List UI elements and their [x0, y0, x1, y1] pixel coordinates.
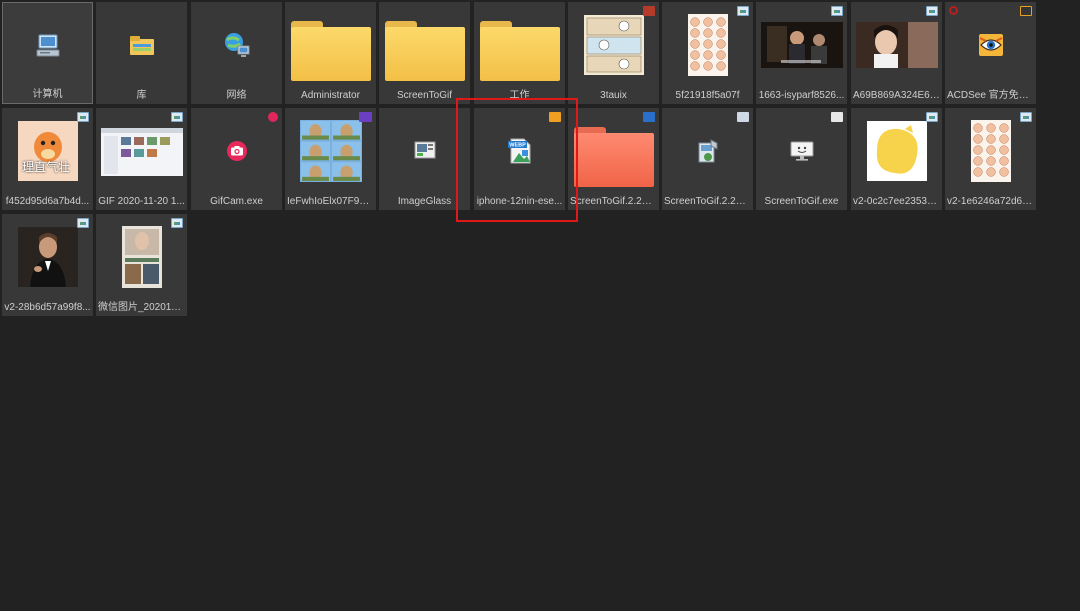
webp-file-icon: WEBP	[474, 114, 565, 188]
item-label: GIF 2020-11-20 1...	[98, 196, 185, 207]
item-label: v2-28b6d57a99f8...	[4, 302, 91, 313]
grid-item[interactable]: 微信图片_2020110...	[96, 214, 187, 316]
library-icon	[96, 8, 187, 82]
img-badge-icon	[171, 112, 183, 122]
grid-item[interactable]: ScreenToGif	[379, 2, 470, 104]
grid-item[interactable]: 工作	[474, 2, 565, 104]
svg-text:WEBP: WEBP	[509, 143, 526, 149]
item-label: v2-1e6246a72d62...	[947, 196, 1036, 207]
item-label: Administrator	[301, 90, 360, 101]
shortcut-badge-icon	[949, 6, 958, 15]
item-label: 计算机	[32, 89, 63, 100]
grid-item[interactable]: ScreenToGif.2.27....	[662, 108, 753, 210]
item-label: 3tauix	[600, 90, 627, 101]
screenshot-thumbnail	[96, 114, 187, 188]
magazine-thumbnail	[96, 220, 187, 294]
installer-icon	[662, 114, 753, 188]
grid-item[interactable]: v2-1e6246a72d62...	[945, 108, 1036, 210]
item-label: 1663-isyparf8526...	[758, 90, 845, 101]
grid-item[interactable]: ScreenToGif.exe	[756, 108, 847, 210]
item-label: f452d95d6a7b4d...	[5, 196, 90, 207]
grid-item[interactable]: ImageGlass	[379, 108, 470, 210]
grid-item[interactable]: 计算机	[2, 2, 93, 104]
item-label: A69B869A324E6E...	[853, 90, 942, 101]
img-badge-icon	[171, 218, 183, 228]
item-label: ScreenToGif.2.27....	[664, 196, 753, 207]
mp4-badge-icon	[359, 112, 372, 122]
img-badge-icon	[831, 6, 843, 16]
folder-icon	[474, 14, 565, 88]
item-label: ScreenToGif.exe	[764, 196, 839, 207]
item-label: 工作	[509, 90, 530, 101]
charmander-thumbnail	[2, 114, 93, 188]
webp-badge-icon	[549, 112, 561, 122]
item-label: ScreenToGif.2.27....	[570, 196, 659, 207]
folder-icon	[285, 14, 376, 88]
grid-item[interactable]: v2-0c2c7ee23536...	[851, 108, 942, 210]
grid-item[interactable]: ScreenToGif.2.27....	[568, 108, 659, 210]
item-label: ACDSee 官方免费版	[947, 90, 1036, 101]
man-in-suit-thumbnail	[2, 220, 93, 294]
movie-still-thumbnail	[756, 8, 847, 82]
cam-badge-icon	[268, 112, 278, 122]
item-label: GifCam.exe	[210, 196, 263, 207]
grid-item[interactable]: A69B869A324E6E...	[851, 2, 942, 104]
grid-item[interactable]: IeFwhIoElx07F93V...	[285, 108, 376, 210]
grid-item[interactable]: Administrator	[285, 2, 376, 104]
thumbnail-caption: 理直气壮	[22, 160, 71, 174]
img-badge-icon	[77, 112, 89, 122]
item-label: v2-0c2c7ee23536...	[853, 196, 941, 207]
grid-item[interactable]: 网络	[191, 2, 282, 104]
item-label: IeFwhIoElx07F93V...	[287, 196, 376, 207]
portrait-thumbnail	[851, 8, 942, 82]
red-badge-icon	[643, 6, 655, 16]
grid-item[interactable]: GIF 2020-11-20 1...	[96, 108, 187, 210]
grid-item[interactable]: 3tauix	[568, 2, 659, 104]
item-label: ImageGlass	[397, 196, 452, 207]
grid-item[interactable]: ACDSee 官方免费版	[945, 2, 1036, 104]
inst-badge-icon	[737, 112, 749, 122]
imageglass-icon	[379, 114, 470, 188]
yellow-blob-thumbnail	[851, 114, 942, 188]
grid-item[interactable]: 库	[96, 2, 187, 104]
network-icon	[191, 8, 282, 82]
zip-badge-icon	[643, 112, 655, 122]
acd-badge-icon	[1020, 6, 1032, 16]
item-label: 网络	[226, 90, 247, 101]
acdsee-eye-icon	[945, 8, 1036, 82]
sticker-sheet-thumbnail	[662, 8, 753, 82]
folder-icon	[379, 14, 470, 88]
grid-item[interactable]: 1663-isyparf8526...	[756, 2, 847, 104]
img-badge-icon	[926, 112, 938, 122]
img-badge-icon	[737, 6, 749, 16]
comic-thumbnail	[568, 8, 659, 82]
computer-icon	[3, 9, 92, 83]
folder-icon	[568, 120, 659, 194]
item-label: 库	[136, 90, 147, 101]
item-label: iphone-12nin-ese...	[476, 196, 563, 207]
llama-grid-thumbnail	[285, 114, 376, 188]
img-badge-icon	[1020, 112, 1032, 122]
item-label: ScreenToGif	[396, 90, 453, 101]
item-label: 5f21918f5a07f	[675, 90, 740, 101]
grid-item[interactable]: v2-28b6d57a99f8...	[2, 214, 93, 316]
camera-icon	[191, 114, 282, 188]
img-badge-icon	[926, 6, 938, 16]
grid-item[interactable]: 理直气壮 f452d95d6a7b4d...	[2, 108, 93, 210]
grid-item[interactable]: 5f21918f5a07f	[662, 2, 753, 104]
file-grid: 计算机 库 网络 Administrator ScreenToGif 工作 3tauix 5f…	[0, 0, 1080, 611]
sticker-sheet-thumbnail	[945, 114, 1036, 188]
exe-badge-icon	[831, 112, 843, 122]
grid-item[interactable]: GifCam.exe	[191, 108, 282, 210]
item-label: 微信图片_2020110...	[98, 302, 187, 313]
grid-item[interactable]: WEBP iphone-12nin-ese...	[474, 108, 565, 210]
monitor-icon	[756, 114, 847, 188]
img-badge-icon	[77, 218, 89, 228]
